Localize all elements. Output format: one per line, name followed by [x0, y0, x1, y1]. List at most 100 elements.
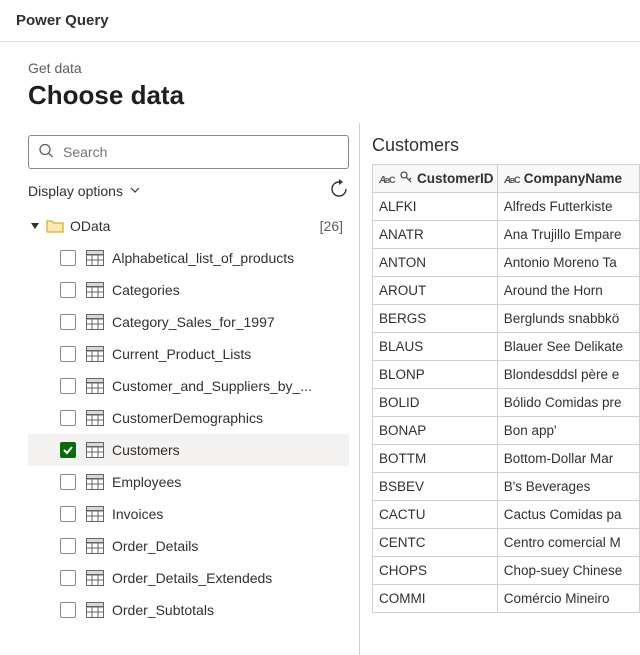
table-row[interactable]: BONAPBon app' — [373, 417, 640, 445]
page-title: Choose data — [28, 80, 616, 111]
checkbox[interactable] — [60, 410, 76, 426]
table-icon — [86, 538, 104, 554]
table-row[interactable]: BOTTMBottom-Dollar Mar — [373, 445, 640, 473]
table-cell: Blondesddsl père e — [498, 361, 640, 389]
checkbox[interactable] — [60, 538, 76, 554]
display-options-label: Display options — [28, 183, 123, 199]
tree-item[interactable]: Invoices — [28, 498, 349, 530]
table-cell: Comércio Mineiro — [498, 585, 640, 613]
tree-root-count: [26] — [320, 218, 349, 234]
table-row[interactable]: BLAUSBlauer See Delikate — [373, 333, 640, 361]
table-cell: CACTU — [373, 501, 498, 529]
search-icon — [38, 143, 54, 162]
table-cell: BLONP — [373, 361, 498, 389]
tree-item-label: Alphabetical_list_of_products — [112, 250, 294, 266]
table-icon — [86, 602, 104, 618]
table-cell: Blauer See Delikate — [498, 333, 640, 361]
table-cell: BOTTM — [373, 445, 498, 473]
app-header: Power Query — [0, 0, 640, 42]
tree-item[interactable]: CustomerDemographics — [28, 402, 349, 434]
tree-item[interactable]: Current_Product_Lists — [28, 338, 349, 370]
table-cell: B's Beverages — [498, 473, 640, 501]
tree-root[interactable]: OData [26] — [28, 210, 349, 242]
table-cell: Bólido Comidas pre — [498, 389, 640, 417]
data-grid: ABC CustomerID ABC CompanyName ALFKIAlfreds … — [372, 164, 640, 613]
tree-item[interactable]: Customer_and_Suppliers_by_... — [28, 370, 349, 402]
text-type-icon: ABC — [504, 172, 520, 186]
preview-title: Customers — [372, 135, 640, 156]
checkbox[interactable] — [60, 314, 76, 330]
table-cell: Chop-suey Chinese — [498, 557, 640, 585]
refresh-icon[interactable] — [329, 179, 349, 202]
tree-item-label: Order_Details_Extendeds — [112, 570, 272, 586]
table-row[interactable]: BERGSBerglunds snabbkö — [373, 305, 640, 333]
key-icon — [399, 170, 413, 187]
checkbox[interactable] — [60, 474, 76, 490]
table-cell: Centro comercial M — [498, 529, 640, 557]
svg-text:C: C — [514, 175, 520, 185]
table-cell: COMMI — [373, 585, 498, 613]
folder-icon — [46, 219, 64, 233]
tree-item[interactable]: Employees — [28, 466, 349, 498]
page-head: Get data Choose data — [0, 42, 640, 123]
table-cell: ANTON — [373, 249, 498, 277]
column-header[interactable]: ABC CustomerID — [373, 165, 498, 193]
column-header[interactable]: ABC CompanyName — [498, 165, 640, 193]
table-row[interactable]: CACTUCactus Comidas pa — [373, 501, 640, 529]
column-header-label: CustomerID — [417, 171, 494, 186]
search-input[interactable] — [28, 135, 349, 169]
tree-item[interactable]: Category_Sales_for_1997 — [28, 306, 349, 338]
table-cell: ANATR — [373, 221, 498, 249]
checkbox[interactable] — [60, 442, 76, 458]
svg-text:C: C — [389, 175, 395, 185]
table-row[interactable]: COMMIComércio Mineiro — [373, 585, 640, 613]
table-row[interactable]: BSBEVB's Beverages — [373, 473, 640, 501]
page-subhead: Get data — [28, 60, 616, 76]
table-row[interactable]: CHOPSChop-suey Chinese — [373, 557, 640, 585]
tree-item[interactable]: Alphabetical_list_of_products — [28, 242, 349, 274]
tree-item-label: Customers — [112, 442, 180, 458]
tree-item[interactable]: Order_Subtotals — [28, 594, 349, 626]
tree: OData [26] Alphabetical_list_of_products… — [28, 210, 349, 626]
table-cell: Berglunds snabbkö — [498, 305, 640, 333]
tree-item-label: Current_Product_Lists — [112, 346, 251, 362]
table-row[interactable]: BLONPBlondesddsl père e — [373, 361, 640, 389]
table-row[interactable]: ALFKIAlfreds Futterkiste — [373, 193, 640, 221]
checkbox[interactable] — [60, 602, 76, 618]
table-icon — [86, 506, 104, 522]
table-icon — [86, 346, 104, 362]
checkbox[interactable] — [60, 250, 76, 266]
table-row[interactable]: ANATRAna Trujillo Empare — [373, 221, 640, 249]
tree-item-label: Category_Sales_for_1997 — [112, 314, 275, 330]
table-icon — [86, 474, 104, 490]
tree-item[interactable]: Customers — [28, 434, 349, 466]
checkbox[interactable] — [60, 570, 76, 586]
tree-item[interactable]: Order_Details — [28, 530, 349, 562]
column-header-label: CompanyName — [524, 171, 622, 186]
display-options-button[interactable]: Display options — [28, 183, 141, 199]
table-cell: ALFKI — [373, 193, 498, 221]
table-cell: BOLID — [373, 389, 498, 417]
table-row[interactable]: ANTONAntonio Moreno Ta — [373, 249, 640, 277]
checkbox[interactable] — [60, 282, 76, 298]
table-row[interactable]: CENTCCentro comercial M — [373, 529, 640, 557]
checkbox[interactable] — [60, 506, 76, 522]
caret-down-icon[interactable] — [28, 221, 42, 231]
tree-item-label: CustomerDemographics — [112, 410, 263, 426]
tree-item[interactable]: Categories — [28, 274, 349, 306]
text-type-icon: ABC — [379, 172, 395, 186]
checkbox[interactable] — [60, 346, 76, 362]
tree-item-label: Employees — [112, 474, 181, 490]
table-row[interactable]: AROUTAround the Horn — [373, 277, 640, 305]
checkbox[interactable] — [60, 378, 76, 394]
table-cell: Cactus Comidas pa — [498, 501, 640, 529]
table-icon — [86, 410, 104, 426]
table-header-row: ABC CustomerID ABC CompanyName — [373, 165, 640, 193]
table-icon — [86, 570, 104, 586]
table-row[interactable]: BOLIDBólido Comidas pre — [373, 389, 640, 417]
tree-item-label: Invoices — [112, 506, 163, 522]
table-icon — [86, 314, 104, 330]
tree-item-label: Categories — [112, 282, 180, 298]
table-icon — [86, 378, 104, 394]
tree-item[interactable]: Order_Details_Extendeds — [28, 562, 349, 594]
